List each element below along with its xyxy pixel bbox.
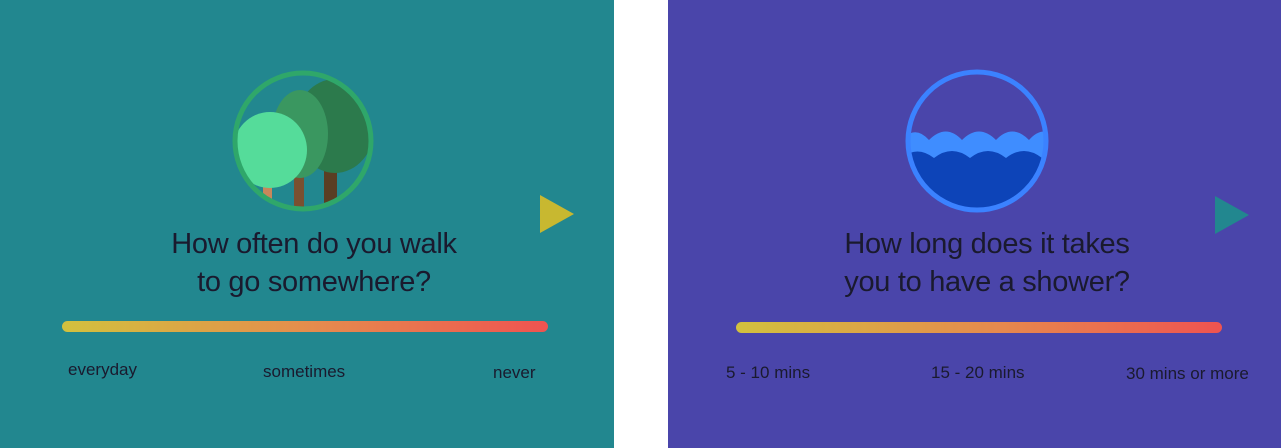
trees-icon: [232, 70, 374, 212]
play-arrow-icon[interactable]: [538, 193, 576, 235]
question-line-1: How long does it takes: [844, 228, 1130, 260]
question-line-2: to go somewhere?: [197, 266, 431, 298]
question-line-1: How often do you walk: [171, 228, 457, 260]
option-30-mins-or-more[interactable]: 30 mins or more: [1126, 364, 1249, 384]
answer-slider[interactable]: [62, 321, 548, 332]
water-waves-icon: [905, 69, 1049, 213]
question-line-2: you to have a shower?: [844, 266, 1130, 298]
option-never[interactable]: never: [493, 363, 536, 383]
question-card-shower: How long does it takes you to have a sho…: [668, 0, 1281, 448]
option-everyday[interactable]: everyday: [68, 360, 137, 380]
play-arrow-icon[interactable]: [1213, 194, 1251, 236]
question-title: How long does it takes you to have a sho…: [787, 225, 1187, 301]
option-5-10-mins[interactable]: 5 - 10 mins: [726, 363, 810, 383]
option-15-20-mins[interactable]: 15 - 20 mins: [931, 363, 1025, 383]
question-card-walk: How often do you walk to go somewhere? e…: [0, 0, 614, 448]
answer-slider[interactable]: [736, 322, 1222, 333]
question-title: How often do you walk to go somewhere?: [114, 225, 514, 301]
option-sometimes[interactable]: sometimes: [263, 362, 345, 382]
